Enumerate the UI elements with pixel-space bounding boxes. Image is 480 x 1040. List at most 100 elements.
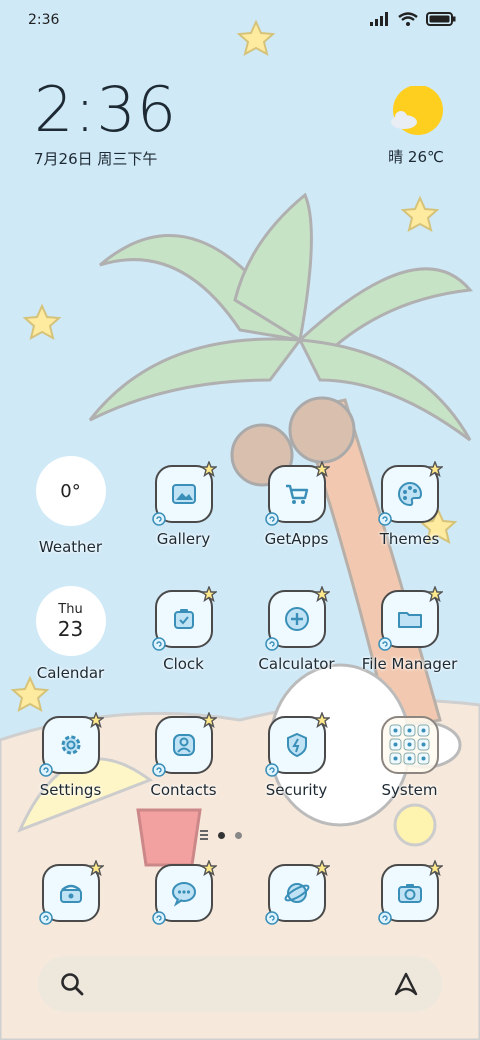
- app-label: Contacts: [150, 781, 217, 799]
- star-icon: [87, 712, 104, 728]
- swirl-icon: [264, 911, 279, 925]
- chat-bubble-icon: [171, 882, 196, 907]
- app-label: Settings: [39, 781, 102, 799]
- folder-grid-icon: [389, 724, 429, 765]
- app-label: Calendar: [36, 664, 105, 682]
- system-folder-tile: [380, 716, 439, 774]
- app-label: Gallery: [156, 530, 211, 548]
- shield-icon: [286, 732, 307, 758]
- phone-icon: [59, 884, 82, 903]
- contacts-tile: [151, 712, 217, 777]
- swirl-icon: [151, 637, 166, 651]
- messages-tile: [151, 860, 217, 925]
- app-label: System: [381, 781, 438, 799]
- swirl-icon: [264, 637, 279, 651]
- app-label: Security: [265, 781, 328, 799]
- planet-icon: [284, 883, 309, 903]
- swirl-icon: [377, 637, 392, 651]
- weather-app-value: 0°: [60, 480, 81, 502]
- app-file-manager[interactable]: File Manager: [353, 586, 466, 673]
- folder-icon: [397, 612, 422, 628]
- star-icon: [87, 860, 104, 876]
- star-icon: [200, 712, 217, 728]
- dock-messages[interactable]: [127, 860, 240, 925]
- gallery-tile: [151, 461, 217, 526]
- app-gallery[interactable]: Gallery: [127, 461, 240, 548]
- app-settings[interactable]: Settings: [14, 712, 127, 799]
- dock-phone[interactable]: [14, 860, 127, 925]
- status-bar: 2:36: [0, 0, 480, 40]
- getapps-tile: [264, 461, 330, 526]
- camera-icon: [397, 884, 422, 903]
- page-dot[interactable]: [235, 831, 242, 839]
- dock-camera[interactable]: [353, 860, 466, 925]
- app-label: Weather: [38, 538, 103, 556]
- assistant-icon[interactable]: [392, 970, 422, 998]
- swirl-icon: [38, 911, 53, 925]
- gallery-icon: [171, 484, 196, 504]
- swirl-icon: [377, 911, 392, 925]
- calendar-day: 23: [57, 616, 84, 641]
- signal-icon: [370, 12, 388, 26]
- app-security[interactable]: Security: [240, 712, 353, 799]
- phone-tile: [38, 860, 104, 925]
- home-lines-icon: [200, 830, 208, 840]
- swirl-icon: [151, 763, 166, 777]
- browser-tile: [264, 860, 330, 925]
- app-themes[interactable]: Themes: [353, 461, 466, 548]
- app-label: File Manager: [361, 655, 458, 673]
- weather-temp: 晴 26℃: [388, 148, 444, 166]
- swirl-icon: [38, 763, 53, 777]
- calendar-weekday: Thu: [58, 601, 83, 617]
- star-icon: [426, 860, 443, 876]
- star-icon: [313, 586, 330, 602]
- swirl-icon: [264, 512, 279, 526]
- star-icon: [313, 860, 330, 876]
- clock-widget[interactable]: 2:36 7月26日 周三下午: [34, 78, 177, 169]
- clock-date: 7月26日 周三下午: [34, 150, 158, 168]
- shopping-cart-icon: [285, 484, 308, 504]
- search-bar[interactable]: [38, 956, 442, 1012]
- app-system-folder[interactable]: System: [353, 716, 466, 799]
- star-icon: [426, 586, 443, 602]
- dock-browser[interactable]: [240, 860, 353, 925]
- app-calculator[interactable]: Calculator: [240, 586, 353, 673]
- app-weather[interactable]: 0° Weather: [14, 456, 127, 556]
- person-icon: [172, 734, 195, 756]
- swirl-icon: [377, 512, 392, 526]
- app-label: Themes: [379, 530, 440, 548]
- battery-icon: [426, 12, 456, 26]
- weather-circle: 0°: [35, 456, 106, 526]
- star-icon: [200, 860, 217, 876]
- star-icon: [426, 461, 443, 477]
- app-contacts[interactable]: Contacts: [127, 712, 240, 799]
- app-label: GetApps: [264, 530, 329, 548]
- page-dot[interactable]: [218, 831, 225, 839]
- themes-tile: [377, 461, 443, 526]
- app-label: Calculator: [258, 655, 335, 673]
- sun-cloud-icon: [391, 85, 443, 135]
- app-clock[interactable]: Clock: [127, 586, 240, 673]
- calendar-circle: Thu 23: [35, 586, 106, 656]
- clock-tile: [151, 586, 217, 651]
- star-icon: [313, 461, 330, 477]
- swirl-icon: [264, 763, 279, 777]
- calculator-icon: [284, 607, 309, 631]
- star-icon: [200, 461, 217, 477]
- status-icons: [370, 12, 456, 26]
- status-time: 2:36: [28, 12, 60, 28]
- settings-tile: [38, 712, 104, 777]
- app-label: Clock: [163, 655, 204, 673]
- app-getapps[interactable]: GetApps: [240, 461, 353, 548]
- filemanager-tile: [377, 586, 443, 651]
- star-icon: [200, 586, 217, 602]
- palette-icon: [397, 481, 422, 507]
- gear-icon: [61, 735, 80, 755]
- search-icon[interactable]: [58, 970, 86, 998]
- app-calendar[interactable]: Thu 23 Calendar: [14, 586, 127, 682]
- page-indicator[interactable]: [200, 829, 242, 841]
- weather-widget[interactable]: 晴 26℃: [386, 85, 446, 167]
- swirl-icon: [151, 512, 166, 526]
- wifi-icon: [398, 12, 418, 26]
- alarm-clock-icon: [173, 609, 194, 629]
